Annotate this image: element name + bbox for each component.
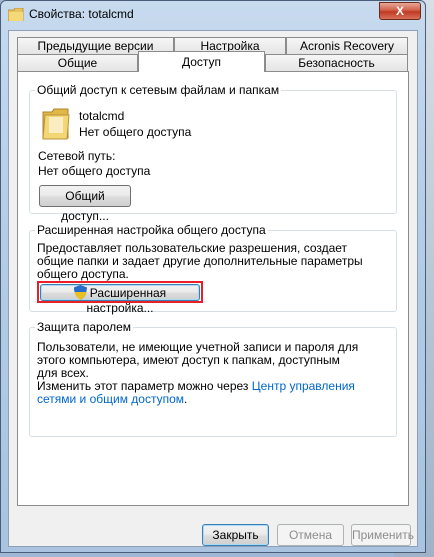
change-setting-prefix: Изменить этот параметр можно через (37, 379, 252, 393)
advanced-description-line: общего доступа. (37, 267, 129, 281)
advanced-sharing-button[interactable]: Расширенная настройка... (40, 284, 200, 315)
network-center-link[interactable]: Центр управления (252, 379, 355, 393)
uac-shield-icon (73, 285, 87, 300)
password-description-line: для всех. (37, 366, 89, 380)
tab-label: Acronis Recovery (299, 39, 395, 53)
folder-name: totalcmd (79, 109, 125, 123)
password-description-line: Пользователи, не имеющие учетной записи … (37, 340, 359, 354)
folder-icon (42, 108, 70, 140)
tab-label: Доступ (181, 55, 222, 69)
change-setting-text-line2: сетями и общим доступом. (37, 392, 187, 406)
network-path-value: Нет общего доступа (38, 164, 151, 178)
properties-dialog: Свойства: totalcmd X Предыдущие версии Н… (0, 0, 426, 553)
change-setting-text: Изменить этот параметр можно через Центр… (37, 379, 355, 393)
tab-acronis-recovery[interactable]: Acronis Recovery (286, 37, 408, 54)
folder-icon (8, 8, 24, 21)
link-suffix: . (184, 392, 188, 406)
group-title: Расширенная настройка общего доступа (35, 223, 268, 237)
close-window-button[interactable]: X (379, 2, 421, 20)
tab-security[interactable]: Безопасность (265, 54, 408, 71)
cancel-button[interactable]: Отмена (277, 524, 344, 546)
tab-label: Предыдущие версии (37, 39, 154, 53)
network-center-link-line2[interactable]: сетями и общим доступом (37, 392, 184, 406)
tab-general[interactable]: Общие (17, 54, 138, 71)
share-button[interactable]: Общий доступ... (39, 185, 131, 223)
advanced-description-line: Предоставляет пользовательские разрешени… (37, 241, 348, 255)
password-description-line: этого компьютера, имеют доступ к папкам,… (37, 353, 340, 367)
title-bar[interactable]: Свойства: totalcmd X (1, 1, 425, 29)
group-title: Защита паролем (35, 320, 134, 334)
apply-button[interactable]: Применить (351, 524, 414, 546)
tab-label: Общие (57, 56, 98, 70)
advanced-sharing-group: Расширенная настройка общего доступа Пре… (29, 223, 397, 315)
tab-sharing[interactable]: Доступ (138, 51, 265, 72)
password-protection-group: Защита паролем Пользователи, не имеющие … (29, 320, 397, 437)
advanced-description-line: общие папки и задает другие дополнительн… (37, 254, 363, 268)
group-title: Общий доступ к сетевым файлам и папкам (35, 83, 282, 97)
folder-share-status: Нет общего доступа (79, 125, 192, 139)
close-button[interactable]: Закрыть (202, 524, 269, 546)
network-sharing-group: Общий доступ к сетевым файлам и папкам t… (29, 83, 397, 223)
tab-label: Безопасность (298, 56, 375, 70)
sharing-panel: Общий доступ к сетевым файлам и папкам t… (17, 71, 409, 506)
window-title: Свойства: totalcmd (29, 7, 134, 21)
advanced-sharing-button-label: Расширенная настройка... (86, 286, 167, 315)
network-path-label: Сетевой путь: (38, 149, 116, 163)
dialog-client-area: Предыдущие версии Настройка Acronis Reco… (8, 30, 418, 547)
